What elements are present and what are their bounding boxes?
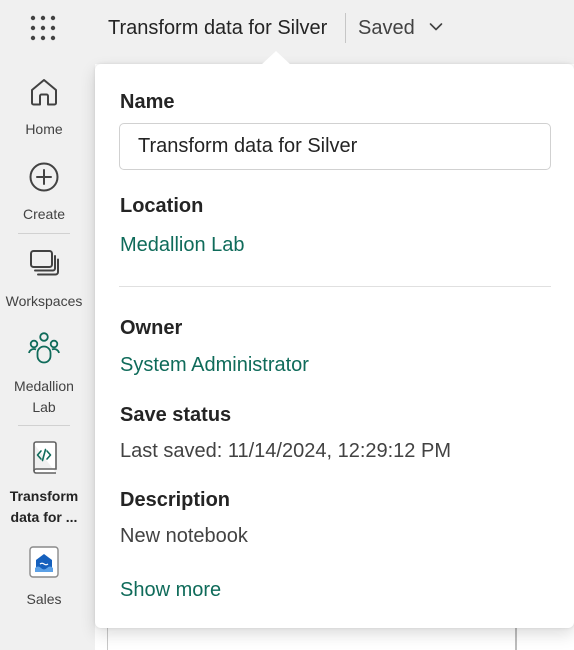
- nav-item-create[interactable]: Create: [0, 161, 88, 225]
- name-label: Name: [120, 91, 175, 113]
- section-divider: [119, 286, 551, 287]
- show-more-link[interactable]: Show more: [120, 579, 221, 602]
- chevron-down-icon: [429, 19, 443, 37]
- nav-item-medallion-lab[interactable]: Medallion Lab: [0, 331, 88, 418]
- left-navigation: Home Create Workspaces Medallion Lab Tra…: [0, 58, 88, 650]
- notebook-icon: [29, 441, 59, 480]
- nav-label-medallion-lab: Medallion Lab: [14, 378, 74, 415]
- save-status-dropdown[interactable]: Saved: [358, 12, 443, 44]
- save-status-value: Last saved: 11/14/2024, 12:29:12 PM: [120, 440, 451, 462]
- name-input[interactable]: [119, 123, 551, 170]
- save-status-label: Saved: [358, 16, 415, 39]
- nav-label-sales: Sales: [26, 591, 62, 607]
- plus-circle-icon: [28, 161, 60, 198]
- nav-item-sales[interactable]: Sales: [0, 546, 88, 610]
- title-divider: [345, 13, 346, 43]
- flyout-pointer: [261, 50, 291, 65]
- nav-label-transform-data: Transform data for ...: [9, 488, 79, 525]
- nav-item-transform-data[interactable]: Transform data for ...: [0, 441, 88, 528]
- save-status-label: Save status: [120, 404, 232, 426]
- location-label: Location: [120, 195, 204, 217]
- nav-label-home: Home: [25, 121, 63, 137]
- item-title-button[interactable]: Transform data for Silver: [108, 17, 327, 40]
- people-group-icon: [27, 331, 61, 370]
- description-label: Description: [120, 489, 231, 511]
- workspaces-icon: [28, 248, 60, 285]
- owner-link[interactable]: System Administrator: [120, 354, 309, 377]
- home-icon: [28, 76, 60, 113]
- nav-separator: [18, 425, 70, 426]
- nav-label-workspaces: Workspaces: [5, 293, 83, 309]
- app-launcher-grid-icon[interactable]: [28, 13, 58, 43]
- location-link[interactable]: Medallion Lab: [120, 234, 245, 257]
- owner-label: Owner: [120, 317, 183, 339]
- nav-item-home[interactable]: Home: [0, 76, 88, 140]
- description-value: New notebook: [120, 525, 248, 547]
- lakehouse-icon: [29, 546, 59, 583]
- nav-separator: [18, 233, 70, 234]
- nav-item-workspaces[interactable]: Workspaces: [0, 248, 88, 312]
- nav-label-create: Create: [22, 206, 66, 222]
